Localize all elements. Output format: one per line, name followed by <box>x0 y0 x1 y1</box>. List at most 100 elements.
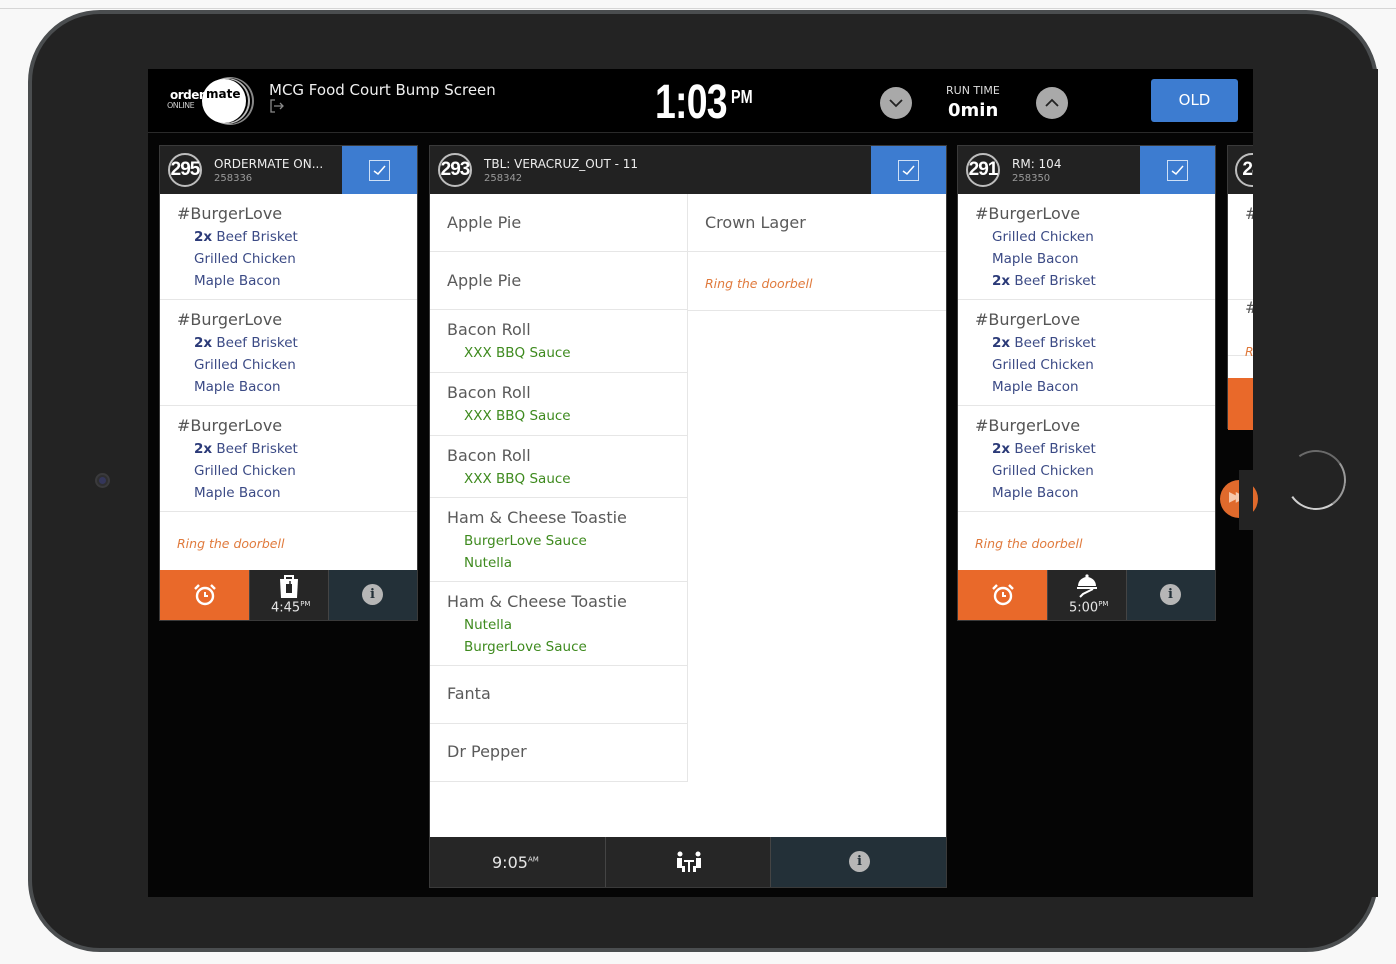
modifier-item: 2x Beef Brisket <box>992 273 1096 289</box>
logout-icon[interactable] <box>269 99 285 113</box>
dine-in-table-icon <box>677 851 701 872</box>
ticket-number: 28 <box>1235 153 1253 187</box>
order-item[interactable]: Apple Pie <box>430 194 687 252</box>
ticket-order-id: 258350 <box>1012 173 1051 184</box>
tablet-camera <box>95 473 110 488</box>
items-column-1: Apple Pie Apple Pie Bacon Roll XXX BBQ S… <box>430 194 688 782</box>
logo-circle <box>202 79 246 123</box>
chevron-up-icon <box>1045 98 1059 107</box>
bump-ticket-button[interactable] <box>871 146 946 194</box>
order-item[interactable]: Dr Pepper <box>430 724 687 782</box>
ticket-title: RM: 104 <box>1012 157 1062 171</box>
item-group[interactable]: #BurgerLove 2x Beef Brisket Grilled Chic… <box>958 300 1215 406</box>
ticket-info-button[interactable]: i <box>328 570 417 620</box>
order-item[interactable]: Ham & Cheese Toastie BurgerLove Sauce Nu… <box>430 498 687 582</box>
modifier-qty: 2x <box>194 229 213 245</box>
modifier-item: 2x Beef Brisket <box>194 335 298 351</box>
order-due-time: 5:00PM <box>1069 600 1109 616</box>
order-item[interactable]: Fanta <box>430 666 687 724</box>
modifier-qty: 2x <box>992 335 1011 351</box>
logo-mate-text: mate <box>206 87 241 101</box>
check-icon <box>373 165 386 176</box>
modifier-name: Beef Brisket <box>216 229 298 245</box>
alarm-button[interactable] <box>160 570 249 620</box>
modifier-item: Maple Bacon <box>992 379 1079 395</box>
modifier-name: Maple Bacon <box>194 379 281 395</box>
modifier-name: Grilled Chicken <box>992 463 1094 479</box>
order-item[interactable]: Bacon Roll XXX BBQ Sauce <box>430 436 687 498</box>
chevron-down-icon <box>889 99 903 108</box>
item-modifier: Nutella <box>464 555 513 571</box>
group-title: #BurgerLove <box>177 416 283 435</box>
item-modifier: BurgerLove Sauce <box>464 533 587 549</box>
modifier-item: Maple Bacon <box>992 485 1079 501</box>
order-start-time: 9:05AM <box>430 837 605 887</box>
item-group[interactable]: #BurgerLove 2x Beef Brisket Grilled Chic… <box>160 300 417 406</box>
alarm-clock-icon <box>992 584 1014 606</box>
order-type-time: 5:00PM <box>1047 570 1126 620</box>
group-title: #BurgerLove <box>177 204 283 223</box>
info-icon: i <box>1160 584 1181 605</box>
order-note: Ring the doorbell <box>177 536 285 551</box>
ticket-info-button[interactable]: i <box>770 837 946 887</box>
order-ticket[interactable]: 295 ORDERMATE ON... 258336 #BurgerLove 2… <box>159 145 418 621</box>
order-item[interactable]: Bacon Roll XXX BBQ Sauce <box>430 373 687 436</box>
item-name: Bacon Roll <box>447 446 531 465</box>
order-ticket[interactable]: 293 TBL: VERACRUZ_OUT - 11 258342 Apple … <box>429 145 947 888</box>
item-modifier: XXX BBQ Sauce <box>464 471 571 487</box>
item-name: Fanta <box>447 684 491 703</box>
ticket-header: 293 TBL: VERACRUZ_OUT - 11 258342 <box>430 146 946 194</box>
order-ticket[interactable]: 291 RM: 104 258350 #BurgerLove Grilled C… <box>957 145 1216 621</box>
modifier-name: Maple Bacon <box>992 251 1079 267</box>
modifier-item: 2x Beef Brisket <box>194 229 298 245</box>
modifier-name: Beef Brisket <box>1014 335 1096 351</box>
order-item[interactable]: Apple Pie <box>430 252 687 310</box>
order-item[interactable]: Crown Lager <box>688 194 946 252</box>
modifier-item: Grilled Chicken <box>194 251 296 267</box>
item-group[interactable]: # <box>1228 194 1253 300</box>
modifier-item: 2x Beef Brisket <box>992 335 1096 351</box>
run-time-decrease-button[interactable] <box>880 87 912 119</box>
ff-button-clip <box>1239 470 1253 530</box>
modifier-qty: 2x <box>194 335 213 351</box>
modifier-name: Maple Bacon <box>992 485 1079 501</box>
modifier-item: Maple Bacon <box>992 251 1079 267</box>
run-time-label: RUN TIME <box>946 84 1000 97</box>
item-name: Bacon Roll <box>447 383 531 402</box>
old-orders-button[interactable]: OLD <box>1151 79 1238 122</box>
modifier-name: Grilled Chicken <box>992 229 1094 245</box>
group-title: #BurgerLove <box>975 310 1081 329</box>
bump-ticket-button[interactable] <box>1140 146 1215 194</box>
item-group[interactable]: #BurgerLove 2x Beef Brisket Grilled Chic… <box>958 406 1215 512</box>
ticket-title: TBL: VERACRUZ_OUT - 11 <box>484 157 639 171</box>
ticket-footer: 9:05AM i <box>430 837 946 887</box>
clock-time: 1:03 <box>655 76 728 129</box>
item-group[interactable]: #BurgerLove Grilled Chicken Maple Bacon … <box>958 194 1215 300</box>
order-note: Ring the doorbell <box>705 276 813 291</box>
modifier-item: Grilled Chicken <box>194 463 296 479</box>
ticket-number: 293 <box>438 153 472 187</box>
ticket-number: 295 <box>168 153 202 187</box>
order-item[interactable]: Ham & Cheese Toastie Nutella BurgerLove … <box>430 582 687 666</box>
order-time-ampm: AM <box>527 855 539 864</box>
item-modifier: XXX BBQ Sauce <box>464 408 571 424</box>
order-item[interactable]: Bacon Roll XXX BBQ Sauce <box>430 310 687 373</box>
alarm-button[interactable] <box>1228 378 1253 430</box>
alarm-button[interactable] <box>958 570 1047 620</box>
order-note-cell: Ring the doorbell <box>688 252 946 311</box>
order-note: R <box>1245 344 1253 359</box>
app-title: MCG Food Court Bump Screen <box>269 81 496 99</box>
item-group[interactable]: #BurgerLove 2x Beef Brisket Grilled Chic… <box>160 406 417 512</box>
item-name: Dr Pepper <box>447 742 527 761</box>
group-title: # <box>1245 298 1253 317</box>
modifier-name: Grilled Chicken <box>194 463 296 479</box>
item-group[interactable]: #BurgerLove 2x Beef Brisket Grilled Chic… <box>160 194 417 300</box>
modifier-qty: 2x <box>992 441 1011 457</box>
order-due-time: 4:45PM <box>271 600 311 616</box>
run-time-increase-button[interactable] <box>1036 87 1068 119</box>
group-title: #BurgerLove <box>975 204 1081 223</box>
bump-ticket-button[interactable] <box>342 146 417 194</box>
order-ticket-partial[interactable]: 28 # # R <box>1227 145 1253 430</box>
run-time-value: 0min <box>948 100 999 121</box>
ticket-info-button[interactable]: i <box>1126 570 1215 620</box>
